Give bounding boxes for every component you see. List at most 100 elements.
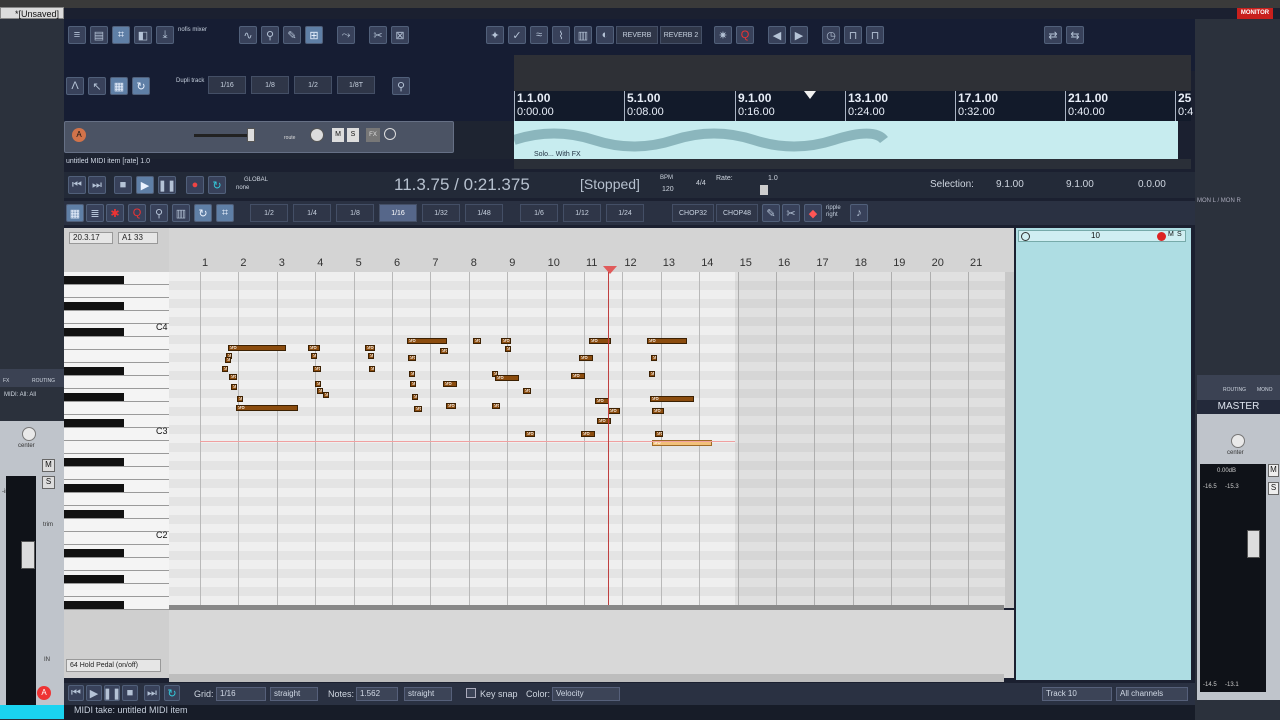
midi-note[interactable]: 96 xyxy=(647,338,687,344)
roll-h-scrollbar[interactable] xyxy=(169,674,1004,682)
cc-lane[interactable] xyxy=(169,610,1014,678)
midi-grid2-icon[interactable]: ▥ xyxy=(172,204,190,222)
layout-icon[interactable]: ◧ xyxy=(134,26,152,44)
bottom-end-icon[interactable]: ⏭ xyxy=(144,685,160,701)
arrange-scrollbar[interactable] xyxy=(514,159,1191,169)
route-label[interactable]: route xyxy=(284,135,295,141)
grid-mode-select[interactable]: straight xyxy=(270,687,318,701)
palette-icon[interactable]: ◐ xyxy=(596,26,614,44)
midi-note[interactable]: 96 xyxy=(228,345,286,351)
midi-note[interactable]: 96 xyxy=(231,384,237,390)
snap-icon[interactable]: ⌗ xyxy=(112,26,130,44)
midi-note[interactable]: 96 xyxy=(505,346,511,352)
mixer-label[interactable]: nofis mixer xyxy=(178,27,208,34)
reverb2-button[interactable]: REVERB 2 xyxy=(660,26,702,44)
black-key[interactable] xyxy=(64,419,124,427)
check-icon[interactable]: ✓ xyxy=(508,26,526,44)
power-icon[interactable] xyxy=(384,128,396,140)
position-field[interactable]: 20.3.17 xyxy=(69,232,113,244)
piano-keyboard[interactable] xyxy=(64,272,169,610)
quantize-icon[interactable]: Q xyxy=(736,26,754,44)
master-pan-knob[interactable] xyxy=(1231,434,1245,448)
midi-note[interactable]: 96 xyxy=(237,396,243,402)
rate-value[interactable]: 1.0 xyxy=(768,175,778,182)
timeline-ruler[interactable]: 1.1.00 0:00.00 5.1.00 0:08.00 9.1.00 0:16.0… xyxy=(514,91,1193,121)
note-field[interactable]: A1 33 xyxy=(118,232,158,244)
track-record-icon[interactable] xyxy=(1157,232,1166,241)
rate-slider[interactable] xyxy=(760,185,768,195)
meter-icon[interactable]: ▥ xyxy=(574,26,592,44)
midi-grid-1-32[interactable]: 1/32 xyxy=(422,204,460,222)
midi-grid-1-16[interactable]: 1/16 xyxy=(379,204,417,222)
white-key[interactable] xyxy=(64,428,169,441)
scissors-icon[interactable]: ✂ xyxy=(782,204,800,222)
white-key[interactable] xyxy=(64,493,169,506)
tracks-icon[interactable]: ▤ xyxy=(90,26,108,44)
grid-top-1[interactable]: 1/16 xyxy=(208,76,246,94)
bottom-loop-icon[interactable]: ↻ xyxy=(164,685,180,701)
play-icon[interactable]: ▶ xyxy=(136,176,154,194)
master-fader[interactable] xyxy=(1247,530,1260,558)
midi-filter-icon[interactable]: ⚲ xyxy=(150,204,168,222)
next-icon[interactable]: ▶ xyxy=(790,26,808,44)
brush-icon[interactable]: ✎ xyxy=(762,204,780,222)
project-tab[interactable]: *[Unsaved] xyxy=(0,7,64,19)
midi-note[interactable]: 96 xyxy=(236,405,298,411)
track-mute-button[interactable]: M xyxy=(332,128,344,142)
midi-grid-1-48[interactable]: 1/48 xyxy=(465,204,503,222)
grid-icon[interactable]: ▦ xyxy=(110,77,128,95)
global-value[interactable]: none xyxy=(236,185,249,191)
midi-note[interactable]: 96 xyxy=(650,396,694,402)
track-select[interactable]: Track 10 xyxy=(1042,687,1112,701)
midi-fx-icon[interactable]: ✱ xyxy=(106,204,124,222)
time-signature[interactable]: 4/4 xyxy=(696,180,706,187)
ripple-icon[interactable]: ⤳ xyxy=(337,26,355,44)
white-key[interactable] xyxy=(64,467,169,480)
color-select[interactable]: Velocity xyxy=(552,687,620,701)
track-solo-button[interactable]: S xyxy=(347,128,359,142)
midi-note[interactable]: 96 xyxy=(446,403,456,409)
black-key[interactable] xyxy=(64,367,124,375)
envelope-icon[interactable]: ∿ xyxy=(239,26,257,44)
selection-end[interactable]: 9.1.00 xyxy=(1066,179,1094,190)
pause-icon[interactable]: ❚❚ xyxy=(158,176,176,194)
clock-icon[interactable]: ◷ xyxy=(822,26,840,44)
midi-note[interactable]: 96 xyxy=(525,431,535,437)
grid-select[interactable]: 1/16 xyxy=(216,687,266,701)
black-key[interactable] xyxy=(64,393,124,401)
inspector-solo[interactable]: S xyxy=(1177,231,1182,238)
midi-grid-1-8[interactable]: 1/8 xyxy=(336,204,374,222)
chop32-button[interactable]: CHOP32 xyxy=(672,204,714,222)
white-key[interactable] xyxy=(64,584,169,597)
chop48-button[interactable]: CHOP48 xyxy=(716,204,758,222)
download-icon[interactable]: ⤓ xyxy=(156,26,174,44)
midi-note[interactable]: 96 xyxy=(311,353,317,359)
metronome-icon[interactable]: Λ xyxy=(66,77,84,95)
master-mono-label[interactable]: MONO xyxy=(1257,387,1273,393)
bottom-start-icon[interactable]: ⏮ xyxy=(68,685,84,701)
black-key[interactable] xyxy=(64,328,124,336)
note-icon[interactable]: ♪ xyxy=(850,204,868,222)
midi-grid-1-4[interactable]: 1/4 xyxy=(293,204,331,222)
black-key[interactable] xyxy=(64,458,124,466)
midi-note[interactable]: 96 xyxy=(408,355,416,361)
midi-note[interactable]: 96 xyxy=(409,371,415,377)
midi-note[interactable]: 96 xyxy=(412,394,418,400)
black-key[interactable] xyxy=(64,302,124,310)
white-key[interactable] xyxy=(64,311,169,324)
piano-roll-ruler[interactable]: 1 2 3 4 5 6 7 8 9 10 11 12 13 14 15 16 17 18 19 20 21 xyxy=(169,228,1014,272)
midi-note[interactable]: 96 xyxy=(571,373,585,379)
midi-note[interactable]: 96 xyxy=(410,381,416,387)
bottom-stop-icon[interactable]: ■ xyxy=(122,685,138,701)
playhead-marker-icon[interactable] xyxy=(804,91,816,99)
white-key[interactable] xyxy=(64,337,169,350)
midi-note[interactable]: 96 xyxy=(649,371,655,377)
go-end-icon[interactable]: ⏭ xyxy=(88,176,106,194)
midi-note[interactable]: 96 xyxy=(440,348,448,354)
black-key[interactable] xyxy=(64,484,124,492)
black-key[interactable] xyxy=(64,510,124,518)
record-icon[interactable]: ● xyxy=(186,176,204,194)
black-key[interactable] xyxy=(64,549,124,557)
stop-icon[interactable]: ■ xyxy=(114,176,132,194)
roll-v-scrollbar[interactable] xyxy=(1005,272,1014,608)
